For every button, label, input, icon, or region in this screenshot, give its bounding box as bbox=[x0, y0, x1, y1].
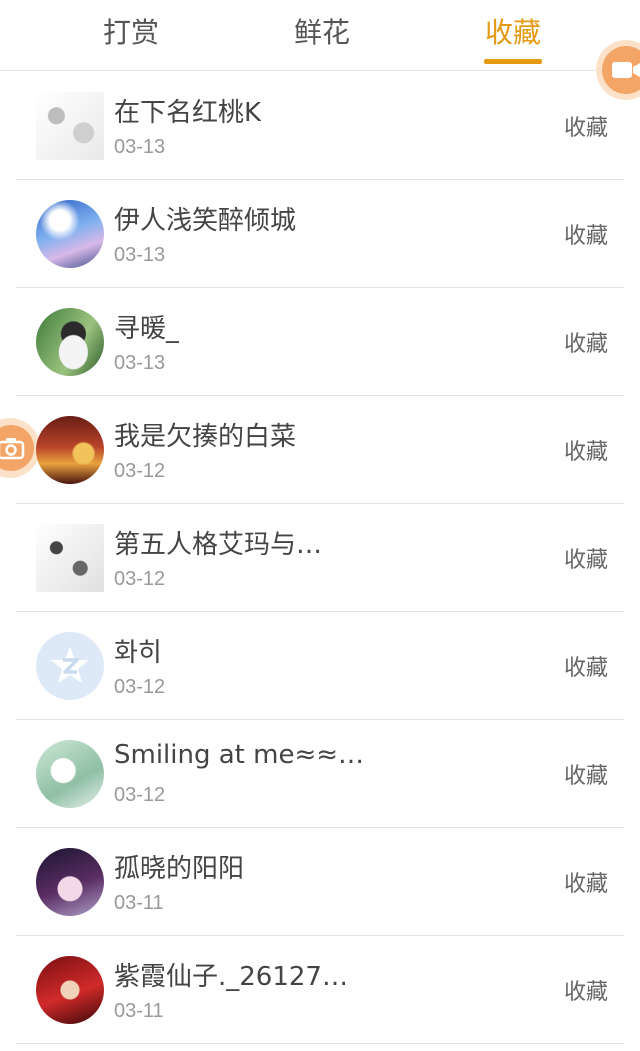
user-name: 孤晓的阳阳 bbox=[114, 854, 245, 884]
action-label: 收藏 bbox=[563, 764, 608, 789]
list-item[interactable]: 在下名红桃K 03-13 收藏 bbox=[16, 72, 624, 180]
favorite-date: 03-12 bbox=[114, 784, 166, 806]
list-item[interactable]: 화히 03-12 收藏 bbox=[16, 612, 624, 720]
list-item[interactable]: 紫霞仙子._26127… 03-11 收藏 bbox=[16, 936, 624, 1044]
action-label: 收藏 bbox=[563, 548, 608, 573]
action-label: 收藏 bbox=[563, 116, 608, 141]
user-avatar[interactable] bbox=[36, 956, 104, 1024]
user-name: 在下名红桃K bbox=[114, 98, 262, 128]
favorite-date: 03-13 bbox=[114, 136, 166, 158]
user-avatar[interactable] bbox=[36, 308, 104, 376]
favorite-date: 03-11 bbox=[114, 892, 164, 914]
action-label: 收藏 bbox=[563, 224, 608, 249]
user-avatar[interactable] bbox=[36, 416, 104, 484]
favorite-date: 03-13 bbox=[114, 352, 166, 374]
tab-flowers[interactable]: 鲜花 bbox=[262, 0, 382, 66]
list-item[interactable]: 第五人格艾玛与… 03-12 收藏 bbox=[16, 504, 624, 612]
action-label: 收藏 bbox=[563, 980, 608, 1005]
list-item[interactable]: 我是欠揍的白菜 03-12 收藏 bbox=[16, 396, 624, 504]
tab-reward[interactable]: 打赏 bbox=[71, 0, 191, 66]
qq-default-icon[interactable] bbox=[36, 632, 104, 700]
user-name: 紫霞仙子._26127… bbox=[114, 962, 348, 992]
tab-favorites[interactable]: 收藏 bbox=[453, 0, 573, 66]
user-name: 第五人格艾玛与… bbox=[114, 530, 323, 560]
list-item[interactable]: 伊人浅笑醉倾城 03-13 收藏 bbox=[16, 180, 624, 288]
favorite-date: 03-12 bbox=[114, 568, 166, 590]
user-avatar[interactable] bbox=[36, 524, 104, 592]
tab-bar: 打赏 鲜花 收藏 bbox=[0, 0, 640, 71]
action-label: 收藏 bbox=[563, 656, 608, 681]
favorite-date: 03-13 bbox=[114, 244, 166, 266]
user-name: 我是欠揍的白菜 bbox=[114, 422, 297, 452]
action-label: 收藏 bbox=[563, 872, 608, 897]
active-tab-indicator bbox=[484, 59, 542, 64]
user-name: 伊人浅笑醉倾城 bbox=[114, 206, 297, 236]
favorites-list: 在下名红桃K 03-13 收藏 伊人浅笑醉倾城 03-13 收藏 寻暖_ 03-… bbox=[0, 72, 640, 1044]
user-avatar[interactable] bbox=[36, 200, 104, 268]
list-item[interactable]: Smiling at me≈≈… 03-12 收藏 bbox=[16, 720, 624, 828]
user-name: Smiling at me≈≈… bbox=[114, 740, 365, 770]
list-item[interactable]: 寻暖_ 03-13 收藏 bbox=[16, 288, 624, 396]
action-label: 收藏 bbox=[563, 332, 608, 357]
list-item[interactable]: 孤晓的阳阳 03-11 收藏 bbox=[16, 828, 624, 936]
favorite-date: 03-11 bbox=[114, 1000, 164, 1022]
user-avatar[interactable] bbox=[36, 740, 104, 808]
user-avatar[interactable] bbox=[36, 848, 104, 916]
user-name: 화히 bbox=[114, 638, 162, 668]
favorite-date: 03-12 bbox=[114, 676, 166, 698]
user-avatar[interactable] bbox=[36, 92, 104, 160]
favorite-date: 03-12 bbox=[114, 460, 166, 482]
user-name: 寻暖_ bbox=[114, 314, 180, 344]
action-label: 收藏 bbox=[563, 440, 608, 465]
